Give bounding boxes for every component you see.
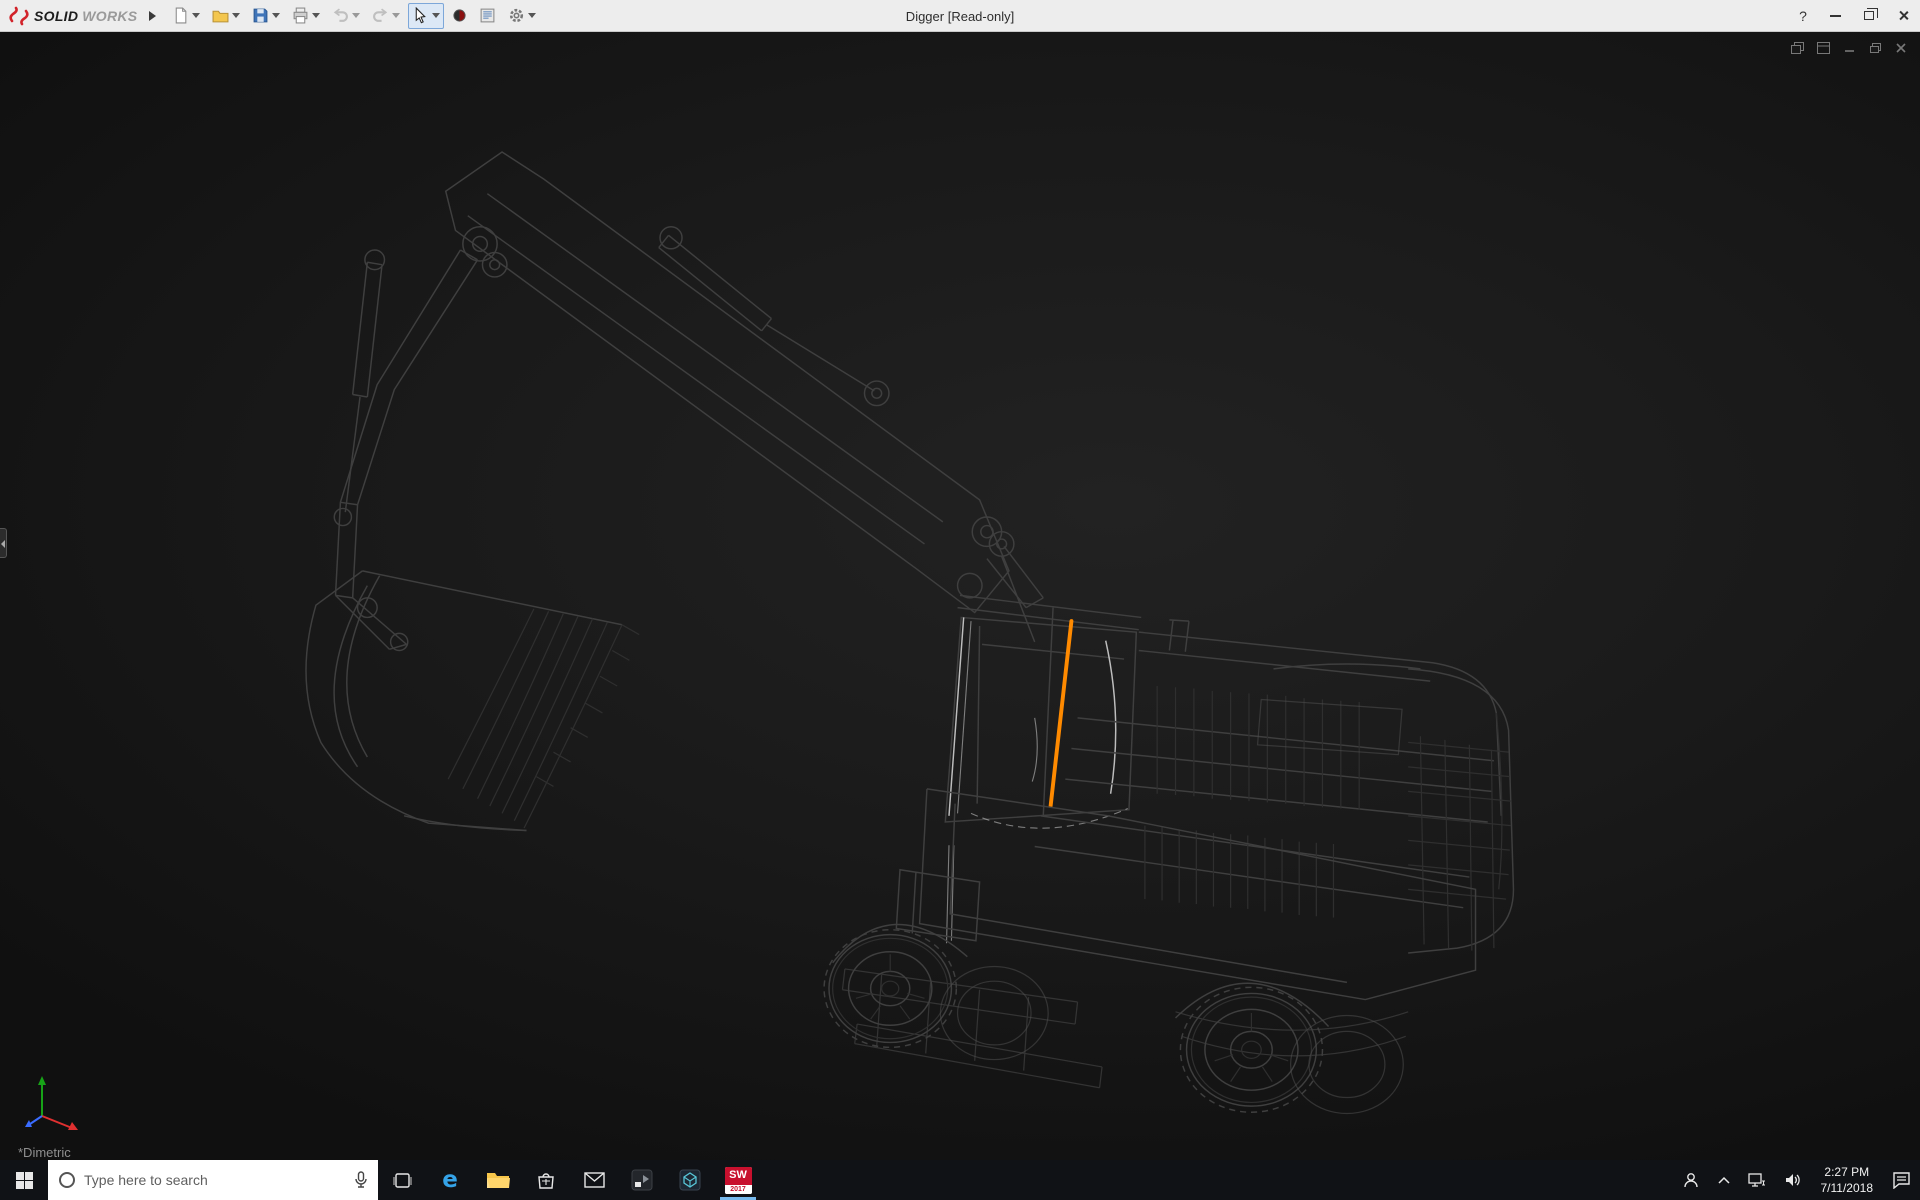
document-window-controls: [1788, 40, 1910, 56]
hidden-icons-button[interactable]: [1709, 1160, 1739, 1200]
microphone-icon[interactable]: [354, 1171, 368, 1189]
menu-flyout-arrow[interactable]: [149, 11, 156, 21]
redo-button[interactable]: [368, 3, 404, 29]
taskbar-app-file-explorer[interactable]: [474, 1160, 522, 1200]
action-center-button[interactable]: [1883, 1160, 1920, 1200]
select-tool-button[interactable]: [408, 3, 444, 29]
print-button[interactable]: [288, 3, 324, 29]
graphics-viewport[interactable]: *Dimetric: [0, 32, 1920, 1160]
view-sphere-button[interactable]: [448, 3, 471, 29]
new-document-button[interactable]: [168, 3, 204, 29]
solidworks-logo-icon: [8, 6, 30, 26]
taskbar-search[interactable]: [48, 1160, 378, 1200]
start-button[interactable]: [0, 1160, 48, 1200]
mail-envelope-icon: [584, 1172, 605, 1188]
people-icon: [1682, 1171, 1700, 1189]
close-icon: [1898, 10, 1909, 21]
new-document-caret[interactable]: [192, 13, 200, 18]
network-icon: [1748, 1172, 1766, 1188]
print-caret[interactable]: [312, 13, 320, 18]
taskbar-app-store[interactable]: [522, 1160, 570, 1200]
media-app-icon: [631, 1169, 653, 1191]
titlebar-controls: ?: [1788, 0, 1920, 31]
people-button[interactable]: [1673, 1160, 1709, 1200]
print-icon: [292, 7, 309, 24]
undo-caret[interactable]: [352, 13, 360, 18]
close-doc-icon[interactable]: [1892, 40, 1910, 56]
clock[interactable]: 2:27 PM 7/11/2018: [1811, 1160, 1884, 1200]
taskbar-app-media[interactable]: [618, 1160, 666, 1200]
taskbar-app-solidworks[interactable]: SW 2017: [714, 1160, 762, 1200]
clock-time: 2:27 PM: [1824, 1164, 1869, 1180]
orientation-triad: [20, 1072, 84, 1136]
design-binder-button[interactable]: [475, 3, 500, 29]
view-sphere-icon: [452, 8, 467, 23]
tile-window-icon[interactable]: [1814, 40, 1832, 56]
save-button[interactable]: [248, 3, 284, 29]
redo-icon: [372, 7, 389, 24]
restore-doc-icon[interactable]: [1866, 40, 1884, 56]
brand-solid: SOLID: [34, 8, 78, 24]
feature-panel-collapse-tab[interactable]: [0, 528, 7, 558]
speaker-icon: [1784, 1172, 1802, 1188]
selected-edge-highlight[interactable]: [1051, 621, 1072, 806]
chevron-up-icon: [1718, 1176, 1730, 1184]
file-explorer-icon: [486, 1170, 510, 1190]
solidworks-app-icon: SW 2017: [725, 1167, 752, 1194]
cortana-circle-icon: [58, 1171, 76, 1189]
undo-icon: [332, 7, 349, 24]
edge-icon: e: [442, 1167, 458, 1193]
solidworks-app-label: SW: [725, 1167, 752, 1185]
brand-works: WORKS: [82, 8, 137, 24]
action-center-icon: [1892, 1172, 1911, 1189]
new-document-icon: [172, 7, 189, 24]
window-title: Digger [Read-only]: [906, 0, 1014, 32]
options-button[interactable]: [504, 3, 540, 29]
design-binder-icon: [479, 7, 496, 24]
minimize-icon: [1830, 15, 1841, 17]
minimize-doc-icon[interactable]: [1840, 40, 1858, 56]
gear-icon: [508, 7, 525, 24]
open-folder-icon: [212, 7, 229, 24]
taskbar-app-edge[interactable]: e: [426, 1160, 474, 1200]
viewer-app-icon: [679, 1169, 701, 1191]
maximize-icon: [1864, 11, 1874, 20]
maximize-button[interactable]: [1852, 0, 1886, 31]
taskbar-app-viewer[interactable]: [666, 1160, 714, 1200]
open-button[interactable]: [208, 3, 244, 29]
volume-button[interactable]: [1775, 1160, 1811, 1200]
solidworks-app-year: 2017: [725, 1185, 752, 1194]
store-bag-icon: [536, 1170, 556, 1190]
options-caret[interactable]: [528, 13, 536, 18]
redo-caret[interactable]: [392, 13, 400, 18]
view-orientation-label: *Dimetric: [18, 1145, 71, 1160]
save-floppy-icon: [252, 7, 269, 24]
windows-logo-icon: [16, 1172, 33, 1189]
open-caret[interactable]: [232, 13, 240, 18]
save-caret[interactable]: [272, 13, 280, 18]
titlebar: SOLIDWORKS: [0, 0, 1920, 32]
task-view-icon: [393, 1171, 412, 1190]
network-button[interactable]: [1739, 1160, 1775, 1200]
system-tray: 2:27 PM 7/11/2018: [1673, 1160, 1920, 1200]
select-tool-caret[interactable]: [432, 13, 440, 18]
help-button[interactable]: ?: [1788, 0, 1818, 31]
select-cursor-icon: [412, 7, 429, 24]
minimize-button[interactable]: [1818, 0, 1852, 31]
wireframe-digger-model[interactable]: [0, 32, 1920, 1160]
task-view-button[interactable]: [378, 1160, 426, 1200]
search-input[interactable]: [84, 1172, 346, 1188]
clock-date: 7/11/2018: [1821, 1180, 1874, 1196]
solidworks-logo: SOLIDWORKS: [0, 0, 143, 31]
taskbar-app-mail[interactable]: [570, 1160, 618, 1200]
new-window-icon[interactable]: [1788, 40, 1806, 56]
close-button[interactable]: [1886, 0, 1920, 31]
windows-taskbar: e: [0, 1160, 1920, 1200]
undo-button[interactable]: [328, 3, 364, 29]
